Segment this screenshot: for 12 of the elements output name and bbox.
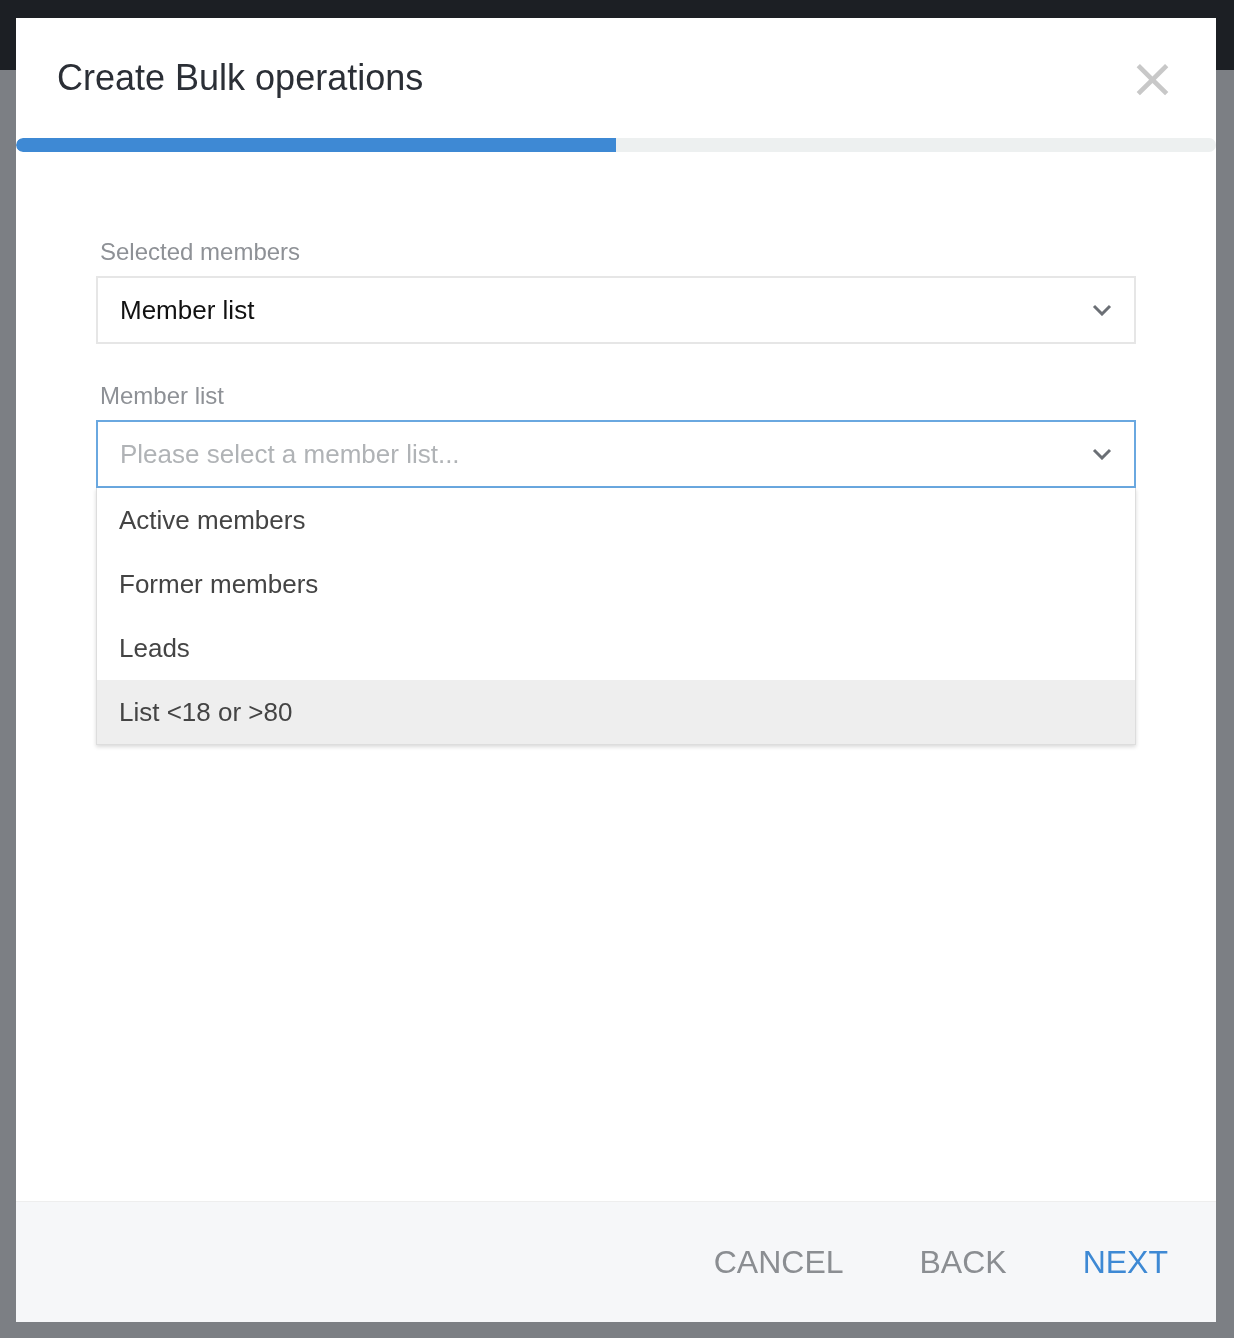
field-label: Member list bbox=[100, 382, 226, 410]
chevron-down-icon bbox=[1092, 304, 1112, 316]
chevron-down-icon bbox=[1092, 448, 1112, 460]
dropdown-value: Member list bbox=[120, 294, 255, 326]
dropdown-option[interactable]: Former members bbox=[97, 552, 1135, 616]
dropdown-field[interactable]: Member list bbox=[96, 276, 1136, 344]
dropdown-option[interactable]: Leads bbox=[97, 616, 1135, 680]
dropdown-option[interactable]: List <18 or >80 bbox=[97, 680, 1135, 744]
dialog-title: Create Bulk operations bbox=[57, 57, 424, 99]
field-label: Selected members bbox=[100, 238, 302, 266]
dropdown-placeholder: Please select a member list... bbox=[120, 438, 460, 470]
dropdown-option[interactable]: Active members bbox=[97, 488, 1135, 552]
